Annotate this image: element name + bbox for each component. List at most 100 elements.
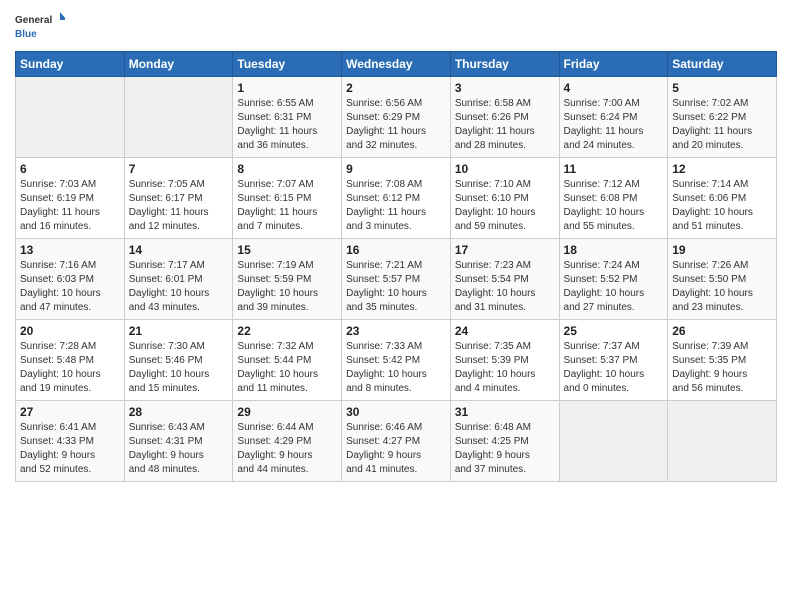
day-header-wednesday: Wednesday (342, 52, 451, 77)
calendar-cell (559, 401, 668, 482)
calendar-cell: 28Sunrise: 6:43 AMSunset: 4:31 PMDayligh… (124, 401, 233, 482)
day-number: 5 (672, 81, 772, 95)
day-number: 20 (20, 324, 120, 338)
day-info: Sunrise: 7:26 AMSunset: 5:50 PMDaylight:… (672, 259, 772, 315)
day-number: 18 (564, 243, 664, 257)
day-info: Sunrise: 7:35 AMSunset: 5:39 PMDaylight:… (455, 340, 555, 396)
day-number: 1 (237, 81, 337, 95)
day-number: 25 (564, 324, 664, 338)
day-number: 15 (237, 243, 337, 257)
day-number: 17 (455, 243, 555, 257)
day-info: Sunrise: 7:12 AMSunset: 6:08 PMDaylight:… (564, 178, 664, 234)
calendar-cell: 1 Sunrise: 6:55 AMSunset: 6:31 PMDaylight… (233, 77, 342, 158)
day-number: 31 (455, 405, 555, 419)
calendar-cell: 12 Sunrise: 7:14 AMSunset: 6:06 PMDayligh… (668, 158, 777, 239)
day-info: Sunrise: 7:19 AMSunset: 5:59 PMDaylight:… (237, 259, 337, 315)
calendar-cell: 29Sunrise: 6:44 AMSunset: 4:29 PMDayligh… (233, 401, 342, 482)
day-number: 6 (20, 162, 120, 176)
day-header-tuesday: Tuesday (233, 52, 342, 77)
calendar-cell: 2Sunrise: 6:56 AMSunset: 6:29 PMDaylight… (342, 77, 451, 158)
day-info: Sunrise: 7:30 AMSunset: 5:46 PMDaylight:… (129, 340, 229, 396)
calendar-cell: 14 Sunrise: 7:17 AMSunset: 6:01 PMDayligh… (124, 239, 233, 320)
calendar-cell: 30Sunrise: 6:46 AMSunset: 4:27 PMDayligh… (342, 401, 451, 482)
svg-text:Blue: Blue (15, 29, 37, 40)
calendar-cell: 6 Sunrise: 7:03 AMSunset: 6:19 PMDaylight… (16, 158, 125, 239)
day-number: 21 (129, 324, 229, 338)
calendar-cell: 22 Sunrise: 7:32 AMSunset: 5:44 PMDayligh… (233, 320, 342, 401)
day-info: Sunrise: 7:05 AMSunset: 6:17 PMDaylight:… (129, 178, 229, 234)
day-number: 26 (672, 324, 772, 338)
day-info: Sunrise: 7:21 AMSunset: 5:57 PMDaylight:… (346, 259, 446, 315)
day-number: 7 (129, 162, 229, 176)
calendar-body: 1 Sunrise: 6:55 AMSunset: 6:31 PMDaylight… (16, 77, 777, 482)
day-info: Sunrise: 6:55 AMSunset: 6:31 PMDaylight:… (237, 97, 337, 153)
day-header-saturday: Saturday (668, 52, 777, 77)
calendar-cell: 10Sunrise: 7:10 AMSunset: 6:10 PMDayligh… (450, 158, 559, 239)
calendar-cell: 24Sunrise: 7:35 AMSunset: 5:39 PMDayligh… (450, 320, 559, 401)
day-number: 8 (237, 162, 337, 176)
calendar-cell (16, 77, 125, 158)
calendar-cell: 23Sunrise: 7:33 AMSunset: 5:42 PMDayligh… (342, 320, 451, 401)
day-header-thursday: Thursday (450, 52, 559, 77)
day-number: 28 (129, 405, 229, 419)
day-number: 14 (129, 243, 229, 257)
day-number: 3 (455, 81, 555, 95)
day-info: Sunrise: 6:58 AMSunset: 6:26 PMDaylight:… (455, 97, 555, 153)
day-info: Sunrise: 7:37 AMSunset: 5:37 PMDaylight:… (564, 340, 664, 396)
week-row-5: 27 Sunrise: 6:41 AMSunset: 4:33 PMDayligh… (16, 401, 777, 482)
week-row-3: 13Sunrise: 7:16 AMSunset: 6:03 PMDayligh… (16, 239, 777, 320)
calendar-cell: 7 Sunrise: 7:05 AMSunset: 6:17 PMDaylight… (124, 158, 233, 239)
day-info: Sunrise: 7:02 AMSunset: 6:22 PMDaylight:… (672, 97, 772, 153)
calendar-cell: 11 Sunrise: 7:12 AMSunset: 6:08 PMDayligh… (559, 158, 668, 239)
day-info: Sunrise: 7:28 AMSunset: 5:48 PMDaylight:… (20, 340, 120, 396)
day-number: 9 (346, 162, 446, 176)
day-number: 4 (564, 81, 664, 95)
day-info: Sunrise: 6:48 AMSunset: 4:25 PMDaylight:… (455, 421, 555, 477)
day-header-monday: Monday (124, 52, 233, 77)
day-info: Sunrise: 7:07 AMSunset: 6:15 PMDaylight:… (237, 178, 337, 234)
day-info: Sunrise: 7:39 AMSunset: 5:35 PMDaylight:… (672, 340, 772, 396)
day-header-friday: Friday (559, 52, 668, 77)
day-info: Sunrise: 7:33 AMSunset: 5:42 PMDaylight:… (346, 340, 446, 396)
calendar-cell: 9Sunrise: 7:08 AMSunset: 6:12 PMDaylight… (342, 158, 451, 239)
calendar-cell: 17 Sunrise: 7:23 AMSunset: 5:54 PMDayligh… (450, 239, 559, 320)
day-info: Sunrise: 7:17 AMSunset: 6:01 PMDaylight:… (129, 259, 229, 315)
calendar-cell: 31 Sunrise: 6:48 AMSunset: 4:25 PMDayligh… (450, 401, 559, 482)
day-header-sunday: Sunday (16, 52, 125, 77)
calendar-table: SundayMondayTuesdayWednesdayThursdayFrid… (15, 51, 777, 482)
day-info: Sunrise: 7:24 AMSunset: 5:52 PMDaylight:… (564, 259, 664, 315)
day-info: Sunrise: 7:23 AMSunset: 5:54 PMDaylight:… (455, 259, 555, 315)
calendar-cell: 21 Sunrise: 7:30 AMSunset: 5:46 PMDayligh… (124, 320, 233, 401)
day-info: Sunrise: 7:03 AMSunset: 6:19 PMDaylight:… (20, 178, 120, 234)
calendar-cell: 15 Sunrise: 7:19 AMSunset: 5:59 PMDayligh… (233, 239, 342, 320)
calendar-cell: 4 Sunrise: 7:00 AMSunset: 6:24 PMDaylight… (559, 77, 668, 158)
day-info: Sunrise: 7:32 AMSunset: 5:44 PMDaylight:… (237, 340, 337, 396)
day-number: 27 (20, 405, 120, 419)
day-info: Sunrise: 7:00 AMSunset: 6:24 PMDaylight:… (564, 97, 664, 153)
day-number: 12 (672, 162, 772, 176)
day-info: Sunrise: 6:41 AMSunset: 4:33 PMDaylight:… (20, 421, 120, 477)
calendar-cell: 19 Sunrise: 7:26 AMSunset: 5:50 PMDayligh… (668, 239, 777, 320)
day-number: 11 (564, 162, 664, 176)
day-info: Sunrise: 6:46 AMSunset: 4:27 PMDaylight:… (346, 421, 446, 477)
calendar-header: SundayMondayTuesdayWednesdayThursdayFrid… (16, 52, 777, 77)
day-info: Sunrise: 7:14 AMSunset: 6:06 PMDaylight:… (672, 178, 772, 234)
calendar-cell: 13Sunrise: 7:16 AMSunset: 6:03 PMDayligh… (16, 239, 125, 320)
logo: General Blue (15, 10, 65, 45)
calendar-cell (668, 401, 777, 482)
calendar-cell (124, 77, 233, 158)
day-number: 13 (20, 243, 120, 257)
calendar-cell: 3 Sunrise: 6:58 AMSunset: 6:26 PMDaylight… (450, 77, 559, 158)
calendar-cell: 16Sunrise: 7:21 AMSunset: 5:57 PMDayligh… (342, 239, 451, 320)
calendar-cell: 25 Sunrise: 7:37 AMSunset: 5:37 PMDayligh… (559, 320, 668, 401)
svg-text:General: General (15, 15, 52, 26)
day-info: Sunrise: 7:10 AMSunset: 6:10 PMDaylight:… (455, 178, 555, 234)
week-row-1: 1 Sunrise: 6:55 AMSunset: 6:31 PMDaylight… (16, 77, 777, 158)
day-number: 2 (346, 81, 446, 95)
calendar-cell: 8 Sunrise: 7:07 AMSunset: 6:15 PMDaylight… (233, 158, 342, 239)
calendar-cell: 18 Sunrise: 7:24 AMSunset: 5:52 PMDayligh… (559, 239, 668, 320)
calendar-cell: 5 Sunrise: 7:02 AMSunset: 6:22 PMDaylight… (668, 77, 777, 158)
day-number: 22 (237, 324, 337, 338)
calendar-cell: 26 Sunrise: 7:39 AMSunset: 5:35 PMDayligh… (668, 320, 777, 401)
day-number: 19 (672, 243, 772, 257)
